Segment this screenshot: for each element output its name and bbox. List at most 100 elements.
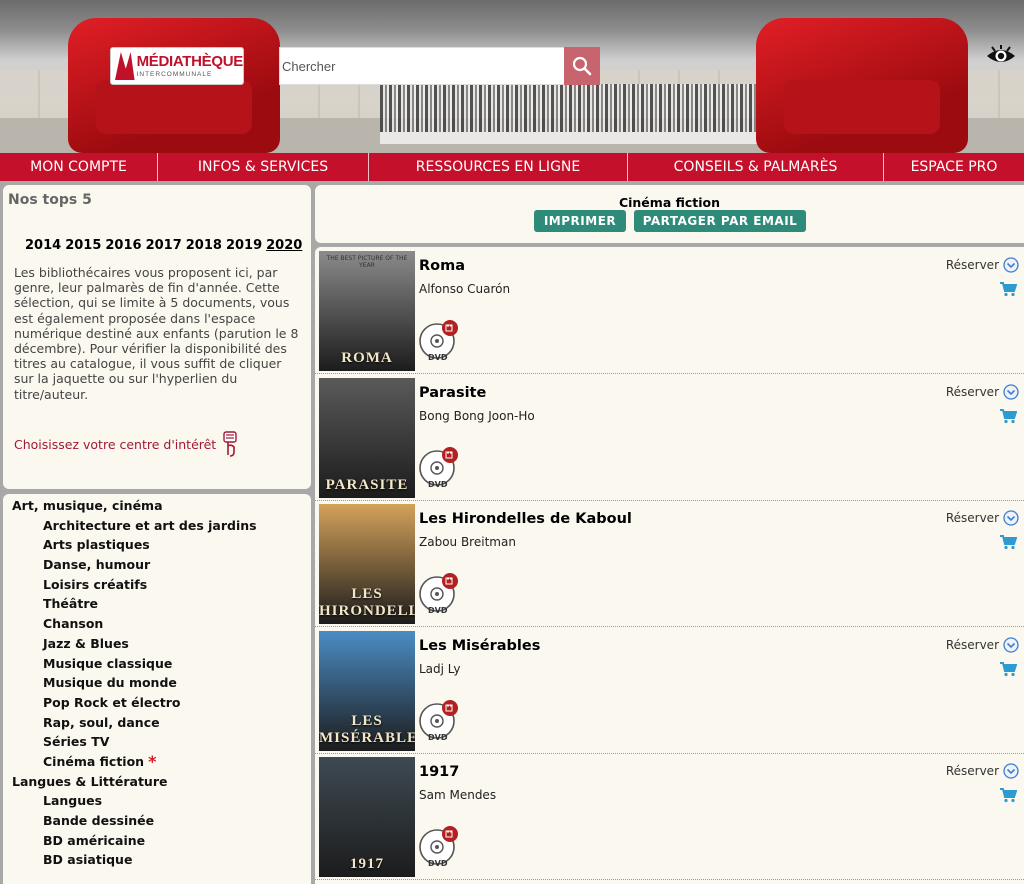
category-group[interactable]: Art, musique, cinéma xyxy=(3,496,257,516)
reserve-link[interactable]: Réserver xyxy=(946,510,1019,526)
svg-text:DVD: DVD xyxy=(428,606,448,615)
chevron-down-circle-icon xyxy=(1003,510,1019,526)
results-category-title: Cinéma fiction xyxy=(618,195,721,210)
results-header: Cinéma fiction IMPRIMER PARTAGER PAR EMA… xyxy=(315,185,1024,243)
result-item: LES HIRONDELLES Les Hirondelles de Kabou… xyxy=(315,500,1024,627)
category-item[interactable]: Danse, humour xyxy=(3,555,257,575)
result-item: THE BEST PICTURE OF THE YEAR ROMA Roma A… xyxy=(315,247,1024,374)
header-banner: MÉDIATHÈQUE INTERCOMMUNALE xyxy=(0,0,1024,153)
category-item-active[interactable]: Cinéma fiction * xyxy=(3,752,257,772)
reserve-link[interactable]: Réserver xyxy=(946,257,1019,273)
chevron-down-circle-icon xyxy=(1003,383,1019,400)
chevron-down-circle-icon xyxy=(1003,257,1019,273)
results-list: THE BEST PICTURE OF THE YEAR ROMA Roma A… xyxy=(315,247,1024,884)
reserve-link[interactable]: Réserver xyxy=(945,383,1019,400)
year-link[interactable]: 2015 xyxy=(65,238,101,253)
category-item[interactable]: Bande dessinée xyxy=(3,811,257,831)
category-item[interactable]: Musique classique xyxy=(3,654,257,674)
cart-icon[interactable] xyxy=(999,534,1017,550)
dvd-icon: DVD xyxy=(419,826,458,868)
category-item[interactable]: Musique du monde xyxy=(3,673,257,693)
reserve-label: Réserver xyxy=(945,511,999,525)
category-item[interactable]: Loisirs créatifs xyxy=(3,575,257,595)
eye-icon[interactable] xyxy=(986,44,1016,68)
svg-text:DVD: DVD xyxy=(428,353,448,362)
search-input[interactable] xyxy=(279,47,565,85)
reserve-label: Réserver xyxy=(945,384,999,399)
reserve-label: Réserver xyxy=(945,637,999,652)
category-item[interactable]: Théâtre xyxy=(3,594,257,614)
interest-link[interactable]: Choisissez votre centre d'intérêt xyxy=(14,431,238,457)
chevron-down-circle-icon xyxy=(1003,636,1019,653)
category-item[interactable]: Arts plastiques xyxy=(3,535,257,555)
category-item[interactable]: Architecture et art des jardins xyxy=(3,516,257,536)
year-link[interactable]: 2019 xyxy=(226,238,262,253)
result-cover[interactable]: PARASITE xyxy=(319,377,415,498)
cover-title: PARASITE xyxy=(325,476,409,493)
result-cover[interactable]: LES MISÉRABLES xyxy=(319,630,415,751)
year-link[interactable]: 2018 xyxy=(186,238,222,253)
year-link[interactable]: 2016 xyxy=(105,238,141,253)
cover-title: ROMA xyxy=(341,350,393,366)
dvd-icon: DVD xyxy=(419,446,458,489)
dvd-icon: DVD xyxy=(419,699,458,742)
interest-link-label: Choisissez votre centre d'intérêt xyxy=(14,436,217,452)
result-title[interactable]: 1917 xyxy=(419,764,459,780)
cart-icon[interactable] xyxy=(999,408,1017,424)
result-author[interactable]: Ladj Ly xyxy=(419,662,461,676)
result-author[interactable]: Zabou Breitman xyxy=(419,535,516,549)
pointing-hand-icon xyxy=(223,431,237,457)
nav-conseils-palmares[interactable]: CONSEILS & PALMARÈS xyxy=(628,153,884,181)
result-author[interactable]: Bong Bong Joon-Ho xyxy=(419,409,535,423)
year-link[interactable]: 2014 xyxy=(25,238,61,253)
reserve-link[interactable]: Réserver xyxy=(946,763,1019,779)
category-item[interactable]: Rap, soul, dance xyxy=(3,713,257,733)
print-button[interactable]: IMPRIMER xyxy=(534,210,626,232)
main-nav: MON COMPTE INFOS & SERVICES RESSOURCES E… xyxy=(0,153,1024,181)
mediatheque-logo[interactable]: MÉDIATHÈQUE INTERCOMMUNALE xyxy=(110,47,244,85)
red-armchair-right xyxy=(756,18,968,153)
dvd-icon: DVD xyxy=(419,320,458,362)
result-title[interactable]: Les Hirondelles de Kaboul xyxy=(419,511,632,527)
result-item: PARASITE Parasite Bong Bong Joon-Ho DVD … xyxy=(315,374,1024,501)
reserve-label: Réserver xyxy=(945,764,999,778)
nav-espace-pro[interactable]: ESPACE PRO xyxy=(884,153,1024,181)
result-item: LES MISÉRABLES Les Misérables Ladj Ly DV… xyxy=(315,627,1024,754)
category-item[interactable]: Chanson xyxy=(3,614,257,634)
category-item[interactable]: BD asiatique xyxy=(3,850,257,870)
result-cover[interactable]: THE BEST PICTURE OF THE YEAR ROMA xyxy=(319,251,415,371)
cart-icon[interactable] xyxy=(999,281,1017,297)
search-button[interactable] xyxy=(564,47,600,85)
result-cover[interactable]: 1917 xyxy=(319,757,415,877)
cart-icon[interactable] xyxy=(999,787,1017,803)
category-item[interactable]: Langues xyxy=(3,791,257,811)
cover-caption: THE BEST PICTURE OF THE YEAR xyxy=(326,255,408,269)
category-group[interactable]: Langues & Littérature xyxy=(3,772,257,792)
result-title[interactable]: Roma xyxy=(419,258,465,274)
nav-infos-services[interactable]: INFOS & SERVICES xyxy=(158,153,369,181)
cover-title: LES MISÉRABLES xyxy=(319,712,415,746)
year-link[interactable]: 2017 xyxy=(146,238,182,253)
cart-icon[interactable] xyxy=(999,661,1017,677)
year-link-current[interactable]: 2020 xyxy=(266,238,302,253)
result-author[interactable]: Alfonso Cuarón xyxy=(419,282,510,296)
category-item[interactable]: Séries TV xyxy=(3,732,257,752)
category-item[interactable]: Jazz & Blues xyxy=(3,634,257,654)
red-armchair-left xyxy=(68,18,280,153)
result-title[interactable]: Parasite xyxy=(419,385,486,401)
tops-panel: Nos tops 5 2014 2015 2016 2017 2018 2019… xyxy=(3,185,311,489)
category-item[interactable]: Pop Rock et électro xyxy=(3,693,257,713)
category-item[interactable]: BD américaine xyxy=(3,831,257,851)
search-icon xyxy=(572,56,592,76)
share-email-button[interactable]: PARTAGER PAR EMAIL xyxy=(634,210,806,232)
nav-mon-compte[interactable]: MON COMPTE xyxy=(0,153,158,181)
result-title[interactable]: Les Misérables xyxy=(419,638,540,654)
dvd-icon: DVD xyxy=(419,573,458,615)
reserve-link[interactable]: Réserver xyxy=(945,636,1019,653)
tops-title: Nos tops 5 xyxy=(8,192,92,208)
cover-title: 1917 xyxy=(350,856,384,872)
svg-text:DVD: DVD xyxy=(428,733,448,742)
result-cover[interactable]: LES HIRONDELLES xyxy=(319,504,415,624)
result-author[interactable]: Sam Mendes xyxy=(419,788,496,802)
nav-ressources-en-ligne[interactable]: RESSOURCES EN LIGNE xyxy=(369,153,628,181)
